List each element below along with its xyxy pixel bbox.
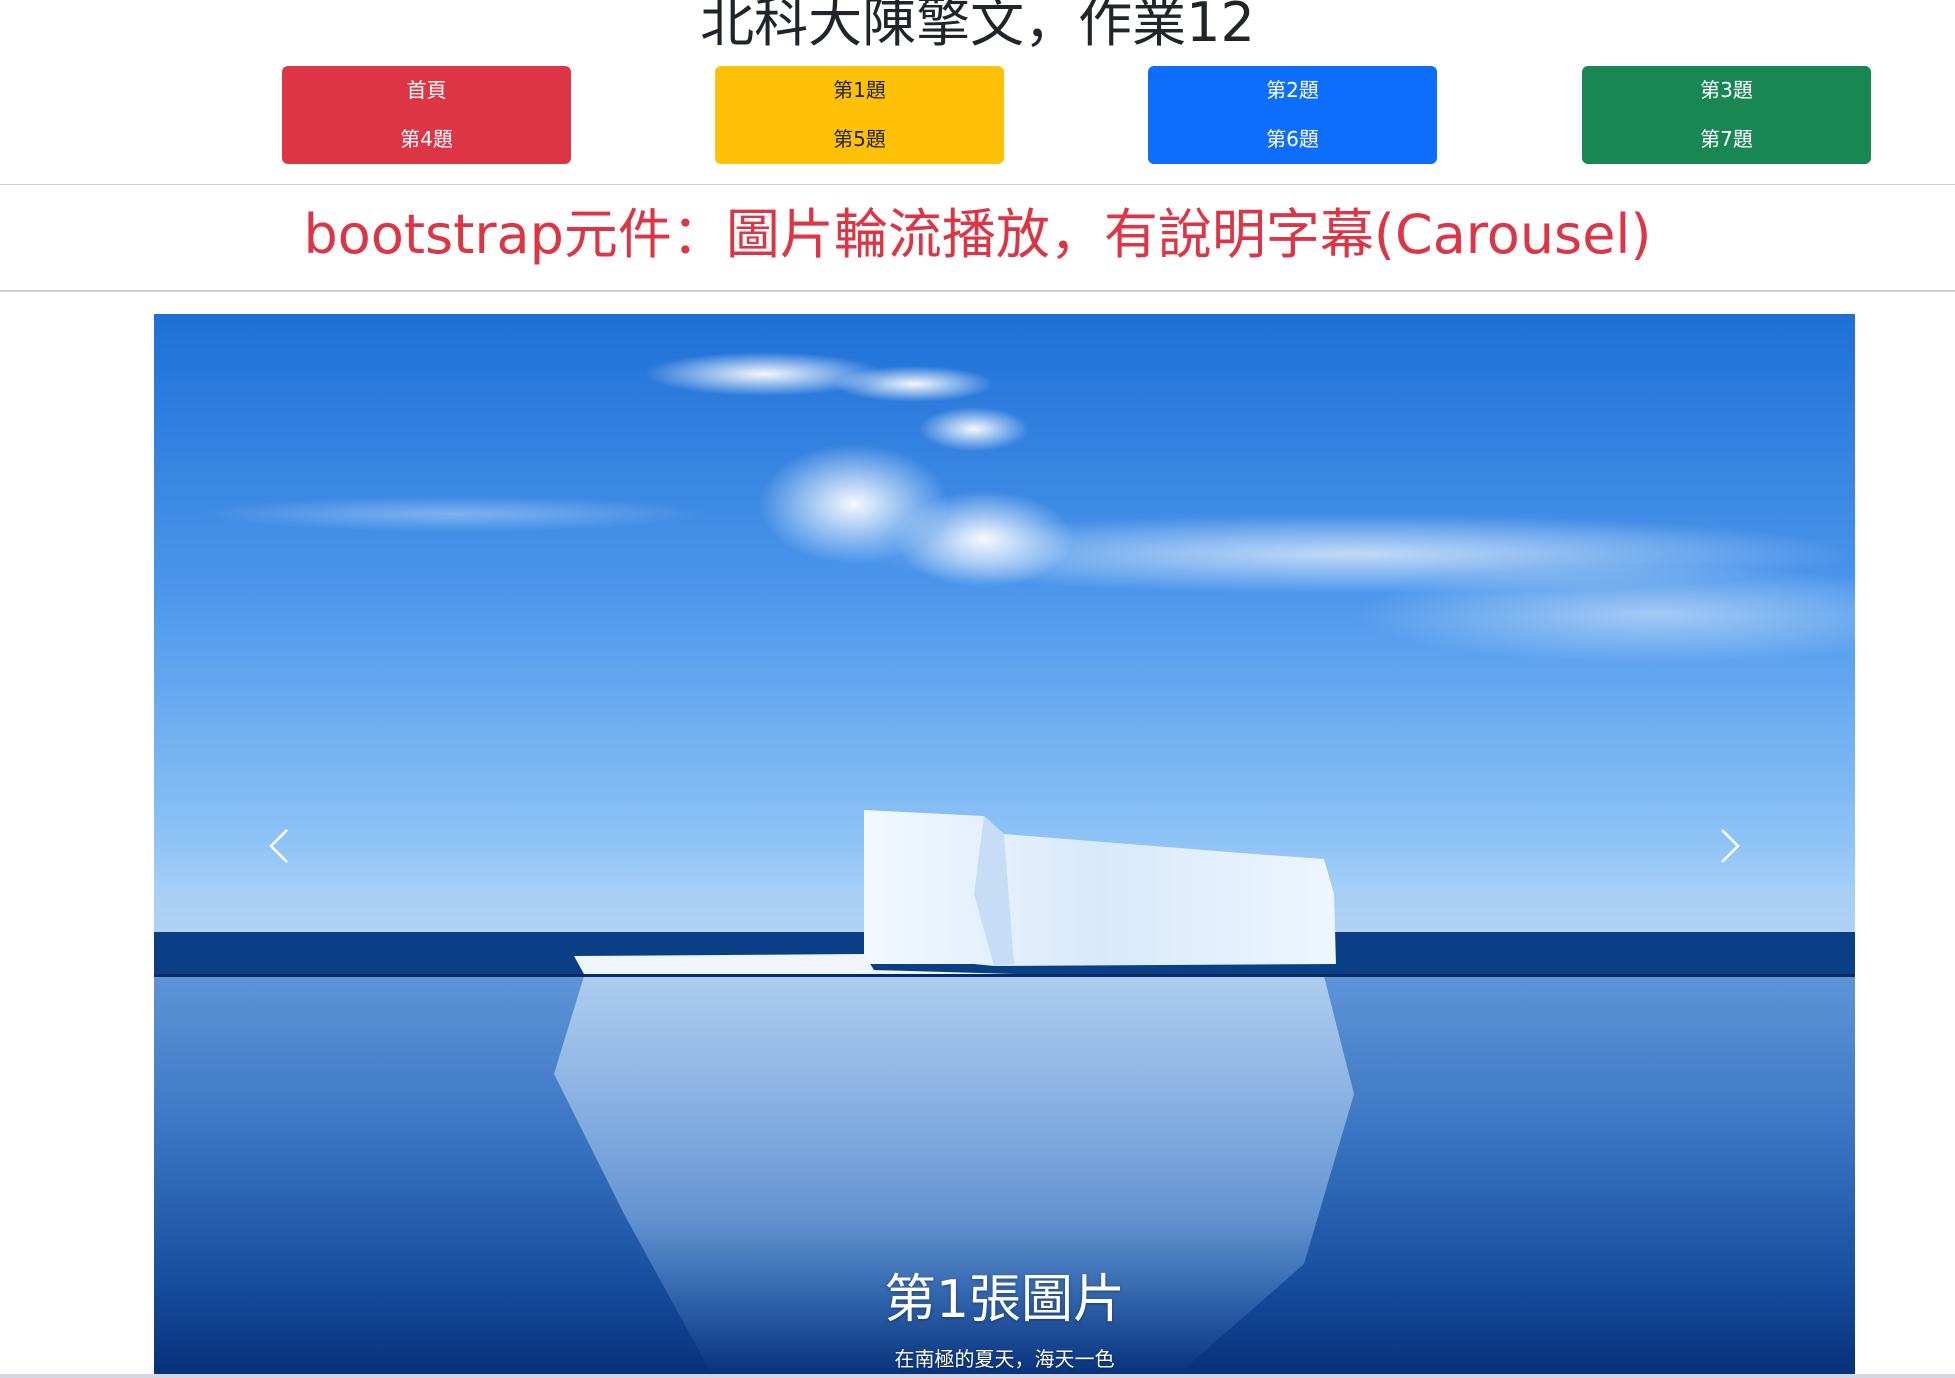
carousel: 第1張圖片 在南極的夏天，海天一色 (154, 314, 1855, 1378)
divider-top (0, 184, 1955, 185)
chevron-right-icon (1721, 829, 1740, 863)
section-heading: bootstrap元件：圖片輪流播放，有說明字幕(Carousel) (303, 203, 1652, 266)
nav-button-q6[interactable]: 第6題 (1148, 115, 1437, 164)
carousel-caption-title: 第1張圖片 (883, 1270, 1126, 1330)
nav-button-q4[interactable]: 第4題 (282, 115, 571, 164)
nav-button-q3[interactable]: 第3題 (1582, 66, 1871, 115)
carousel-slide-image (154, 314, 1855, 1378)
bottom-scroll-strip (0, 1374, 1955, 1378)
nav-button-q5[interactable]: 第5題 (715, 115, 1004, 164)
nav-button-q7[interactable]: 第7題 (1582, 115, 1871, 164)
nav-button-q2[interactable]: 第2題 (1148, 66, 1437, 115)
nav-button-home[interactable]: 首頁 (282, 66, 571, 115)
nav-grid: 首頁 第1題 第2題 第3題 第4題 第5題 第6題 第7題 (0, 66, 1955, 164)
carousel-caption-text: 在南極的夏天，海天一色 (894, 1347, 1115, 1371)
page: 北科大陳擎文，作業12 首頁 第1題 第2題 第3題 第4題 第5題 第6題 第… (0, 0, 1955, 1378)
nav-button-q1[interactable]: 第1題 (715, 66, 1004, 115)
carousel-prev-button[interactable] (154, 314, 408, 1378)
carousel-next-button[interactable] (1601, 314, 1855, 1378)
site-title: 北科大陳擎文，作業12 (700, 0, 1255, 54)
chevron-left-icon (269, 829, 288, 863)
divider-bottom (0, 290, 1955, 292)
